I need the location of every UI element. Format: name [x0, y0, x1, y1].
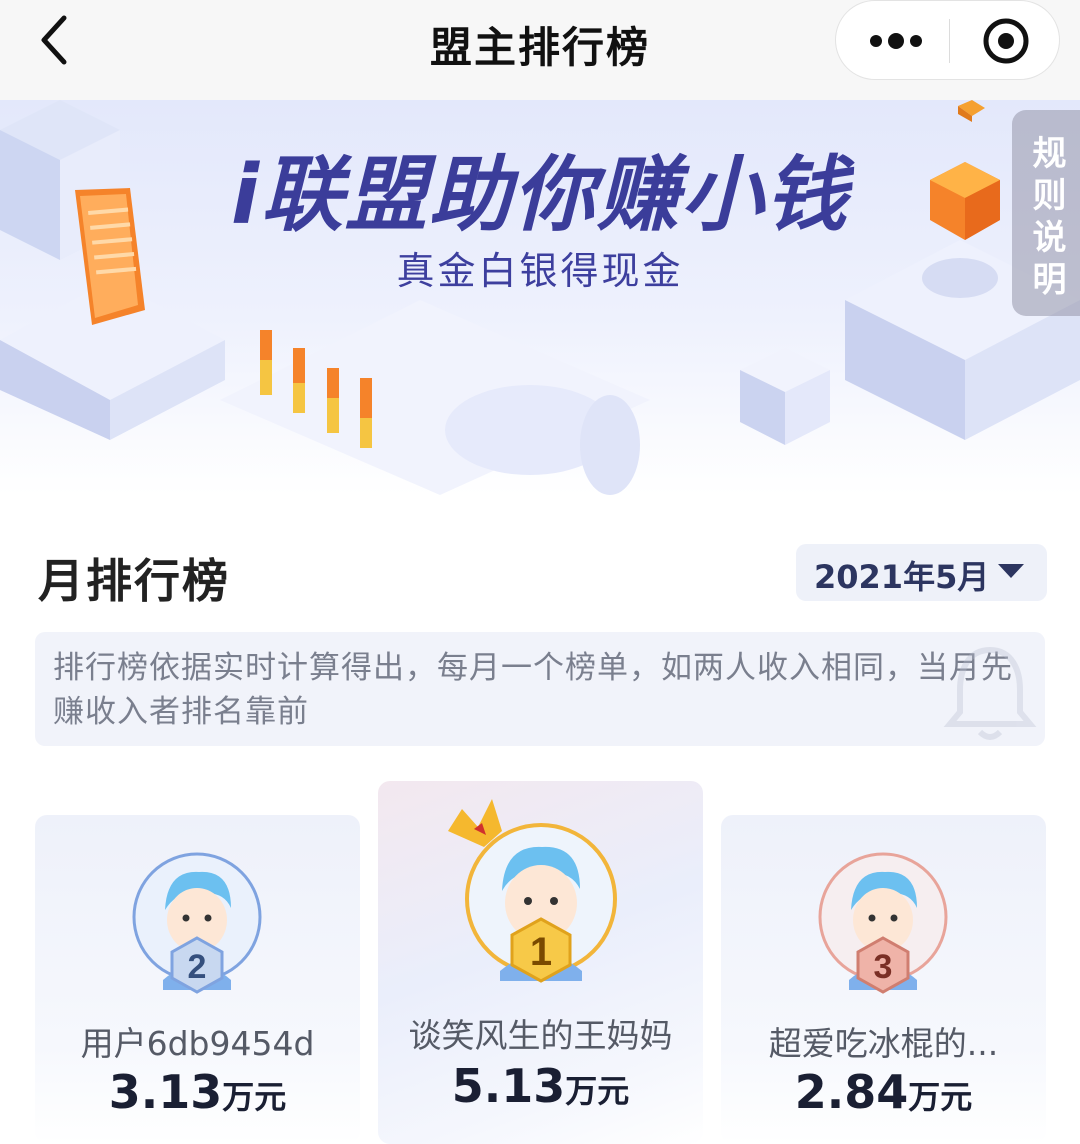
rules-button[interactable]: 规则说明: [1012, 110, 1080, 316]
more-dots-icon: [870, 33, 922, 49]
banner-title: i联盟助你赚小钱: [230, 148, 850, 243]
capsule-divider: [949, 19, 950, 63]
avatar-rank-3: 3: [818, 852, 948, 994]
podium-name-rank-1: 谈笑风生的王妈妈: [408, 1016, 673, 1055]
rank-1-number: 1: [530, 930, 552, 974]
caret-down-icon: [998, 564, 1024, 578]
mini-program-capsule: [835, 0, 1060, 80]
amount-value: 2.84: [794, 1065, 909, 1119]
month-selector[interactable]: 2021年5月: [796, 544, 1047, 601]
avatar-rank-1: 1: [448, 799, 617, 983]
ranking-notice: 排行榜依据实时计算得出，每月一个榜单，如两人收入相同，当月先赚收入者排名靠前: [35, 632, 1045, 746]
amount-value: 3.13: [108, 1065, 223, 1119]
amount-unit: 万元: [908, 1078, 973, 1116]
avatar-rank-2: 2: [132, 852, 262, 994]
monthly-ranking-title: 月排行榜: [38, 554, 230, 608]
amount-unit: 万元: [222, 1078, 287, 1116]
month-selector-value: 2021年5月: [814, 558, 990, 596]
navigation-bar: 盟主排行榜: [0, 0, 1080, 100]
podium-name-rank-3: 超爱吃冰棍的...: [768, 1024, 999, 1063]
podium-amount-rank-1: 5.13万元: [378, 1059, 703, 1113]
amount-unit: 万元: [565, 1072, 630, 1110]
podium-amount-rank-3: 2.84万元: [721, 1065, 1046, 1119]
podium-card-rank-1[interactable]: 1 谈笑风生的王妈妈 5.13万元: [378, 781, 703, 1144]
rank-2-number: 2: [188, 948, 207, 986]
close-button[interactable]: [971, 11, 1041, 71]
target-close-icon: [983, 18, 1029, 64]
podium-amount-rank-2: 3.13万元: [35, 1065, 360, 1119]
rank-3-number: 3: [874, 948, 893, 986]
notice-text: 排行榜依据实时计算得出，每月一个榜单，如两人收入相同，当月先赚收入者排名靠前: [53, 650, 1013, 730]
more-button[interactable]: [856, 11, 936, 71]
podium-name-rank-2: 用户6db9454d: [80, 1024, 315, 1063]
amount-value: 5.13: [451, 1059, 566, 1113]
bell-icon: [943, 646, 1037, 740]
promo-banner: i联盟助你赚小钱 真金白银得现金 规则说明: [0, 100, 1080, 495]
banner-subtitle: 真金白银得现金: [396, 249, 684, 293]
podium-card-rank-3[interactable]: 3 超爱吃冰棍的... 2.84万元: [721, 815, 1046, 1144]
podium-card-rank-2[interactable]: 2 用户6db9454d 3.13万元: [35, 815, 360, 1144]
